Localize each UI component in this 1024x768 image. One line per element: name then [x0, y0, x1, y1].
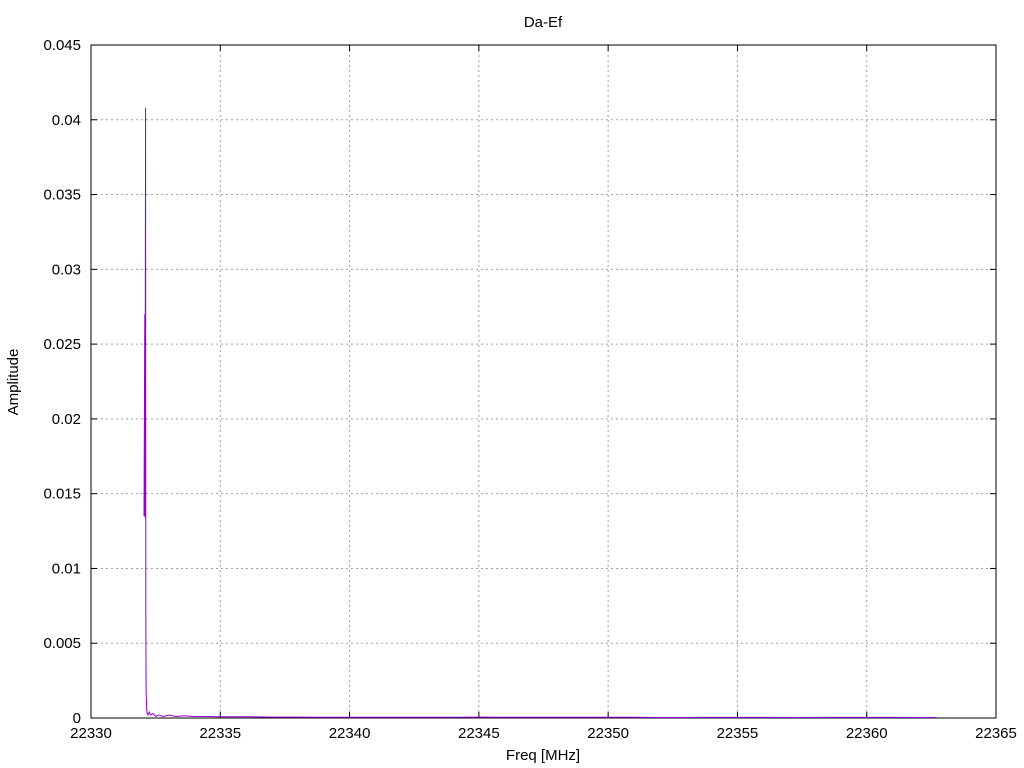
- y-tick-label: 0.025: [43, 336, 81, 353]
- series-line-amplitude: [143, 107, 937, 719]
- y-tick-labels: 0 0.005 0.01 0.015 0.02 0.025 0.03 0.035 0.04 0.0…: [43, 37, 81, 727]
- x-tick-label: 22365: [975, 725, 1017, 742]
- y-tick-label: 0.045: [43, 37, 81, 54]
- y-tick-label: 0.03: [52, 261, 81, 278]
- axis-ticks: [90, 44, 997, 719]
- y-tick-label: 0.04: [52, 112, 81, 129]
- chart-title: Da-Ef: [524, 14, 563, 31]
- x-tick-label: 22335: [199, 725, 241, 742]
- x-axis-label: Freq [MHz]: [506, 747, 580, 764]
- x-tick-label: 22360: [846, 725, 888, 742]
- y-tick-label: 0: [73, 710, 81, 727]
- x-tick-label: 22355: [717, 725, 759, 742]
- y-tick-label: 0.015: [43, 486, 81, 503]
- y-axis-label: Amplitude: [5, 349, 22, 416]
- y-tick-label: 0.02: [52, 411, 81, 428]
- x-tick-label: 22340: [329, 725, 371, 742]
- plot-frame: [90, 44, 997, 719]
- x-tick-label: 22330: [70, 725, 112, 742]
- x-tick-label: 22350: [587, 725, 629, 742]
- spectrum-chart: 22330 22335 22340 22345 22350 22355 22360 22365…: [5, 14, 1017, 764]
- x-tick-labels: 22330 22335 22340 22345 22350 22355 22360 22365: [70, 725, 1017, 742]
- x-tick-label: 22345: [458, 725, 500, 742]
- y-tick-label: 0.035: [43, 187, 81, 204]
- grid: [91, 45, 996, 718]
- y-tick-label: 0.01: [52, 560, 81, 577]
- y-tick-label: 0.005: [43, 635, 81, 652]
